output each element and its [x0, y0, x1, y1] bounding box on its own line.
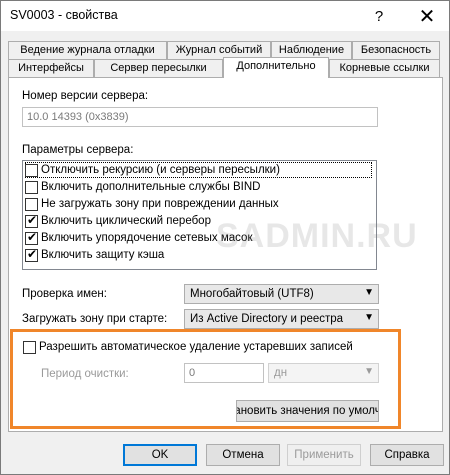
title-bar: SV0003 - свойства ? ✕	[1, 1, 449, 31]
option-label: Включить циклический перебор	[41, 215, 211, 227]
tab-advanced[interactable]: Дополнительно	[223, 57, 329, 78]
load-zone-select[interactable]: Из Active Directory и реестра ▼	[184, 309, 379, 329]
apply-button[interactable]: Применить	[287, 444, 361, 466]
load-zone-value: Из Active Directory и реестра	[190, 313, 344, 325]
help-title-button[interactable]: ?	[357, 1, 401, 31]
cleanup-period-label: Период очистки:	[41, 368, 129, 380]
cleanup-unit-value: дн	[274, 367, 288, 379]
properties-dialog: SV0003 - свойства ? ✕ Ведение журнала от…	[0, 0, 450, 475]
checkbox-disable-recursion[interactable]	[25, 163, 38, 177]
option-label: Включить защиту кэша	[41, 249, 165, 261]
tab-row-2: Интерфейсы Сервер пересылки Дополнительн…	[8, 57, 443, 78]
reset-defaults-button[interactable]: ановить значения по умолч	[236, 400, 379, 422]
tab-root-hints[interactable]: Корневые ссылки	[329, 59, 440, 77]
option-label: Не загружать зону при повреждении данных	[41, 198, 279, 210]
option-label: Включить дополнительные службы BIND	[41, 181, 261, 193]
server-version-label: Номер версии сервера:	[22, 90, 149, 102]
server-options-label: Параметры сервера:	[22, 144, 134, 156]
scavenging-option[interactable]: Разрешить автоматическое удаление устаре…	[23, 339, 353, 355]
checkbox-secure-cache[interactable]	[25, 247, 38, 262]
watermark: SADMIN.RU	[216, 217, 418, 255]
cancel-button[interactable]: Отмена	[206, 444, 280, 466]
option-label: Отключить рекурсию (и серверы пересылки)	[41, 164, 280, 176]
option-round-robin[interactable]: Включить циклический перебор	[25, 213, 211, 229]
checkbox-bind-secondaries[interactable]	[25, 180, 38, 194]
name-check-label: Проверка имен:	[22, 288, 107, 300]
tab-security[interactable]: Безопасность	[352, 41, 440, 59]
chevron-down-icon: ▼	[364, 312, 374, 323]
cleanup-unit-select[interactable]: дн ▼	[268, 363, 379, 383]
tab-interfaces[interactable]: Интерфейсы	[8, 59, 94, 77]
option-bind-secondaries[interactable]: Включить дополнительные службы BIND	[25, 179, 261, 195]
close-icon[interactable]: ✕	[405, 1, 449, 31]
load-zone-label: Загружать зону при старте:	[22, 313, 168, 325]
option-disable-recursion[interactable]: Отключить рекурсию (и серверы пересылки)	[25, 162, 372, 178]
checkbox-scavenging[interactable]	[23, 340, 36, 354]
tab-debug-logging[interactable]: Ведение журнала отладки	[8, 41, 167, 59]
server-version-field: 10.0 14393 (0x3839)	[22, 107, 378, 127]
chevron-down-icon: ▼	[364, 366, 374, 377]
checkbox-netmask-ordering[interactable]	[25, 230, 38, 245]
checkbox-round-robin[interactable]	[25, 213, 38, 228]
ok-button[interactable]: OK	[123, 444, 197, 466]
cleanup-period-input[interactable]: 0	[184, 363, 264, 383]
checkbox-fail-on-load[interactable]	[25, 197, 38, 211]
option-fail-on-load[interactable]: Не загружать зону при повреждении данных	[25, 196, 279, 212]
help-button[interactable]: Справка	[370, 444, 444, 466]
option-secure-cache[interactable]: Включить защиту кэша	[25, 247, 164, 263]
scavenging-label: Разрешить автоматическое удаление устаре…	[39, 341, 353, 353]
tab-forwarders[interactable]: Сервер пересылки	[94, 59, 223, 77]
window-title: SV0003 - свойства	[10, 8, 118, 22]
name-check-value: Многобайтовый (UTF8)	[190, 288, 314, 300]
chevron-down-icon: ▼	[364, 287, 374, 298]
name-check-select[interactable]: Многобайтовый (UTF8) ▼	[184, 284, 379, 304]
